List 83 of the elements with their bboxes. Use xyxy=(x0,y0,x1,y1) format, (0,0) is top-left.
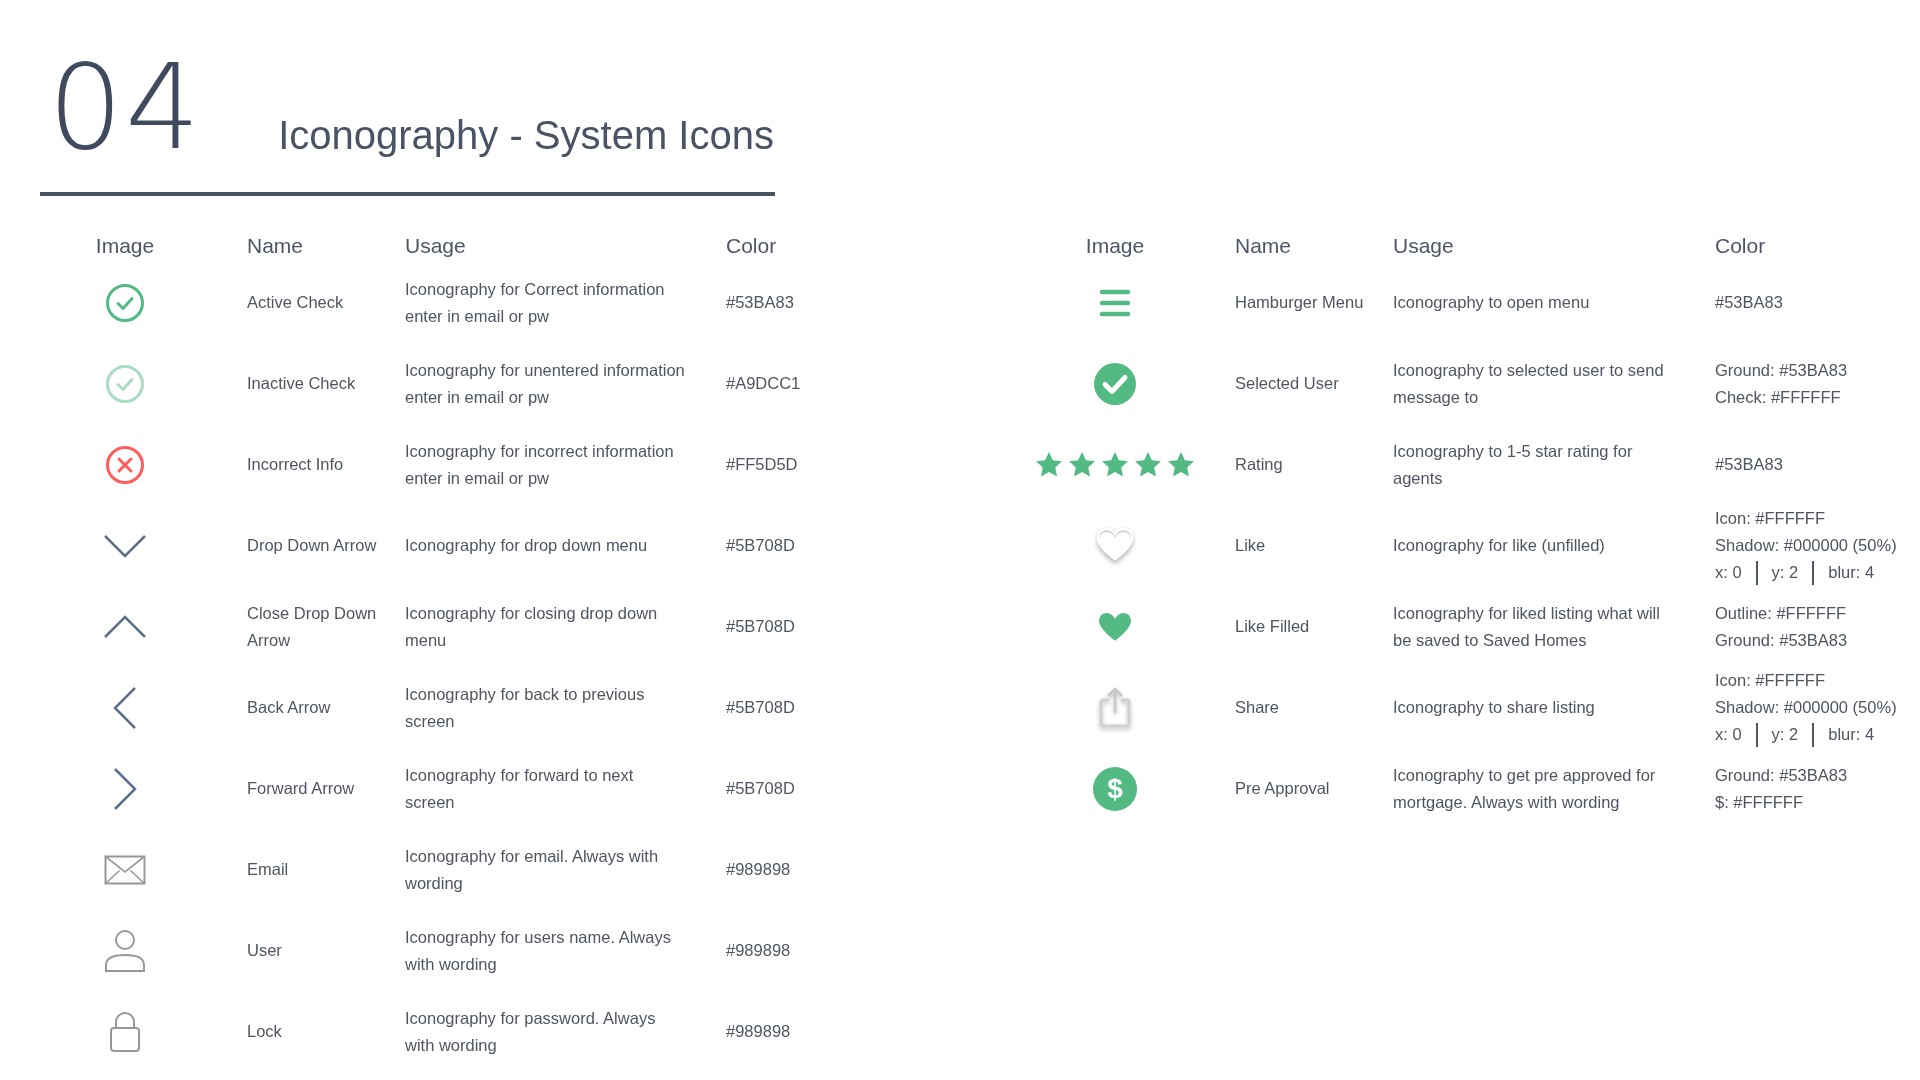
icon-name: Inactive Check xyxy=(247,373,357,394)
dollar-circle-icon: $ xyxy=(1092,765,1138,812)
color-value: Outline: #FFFFFF xyxy=(1715,602,1847,624)
icon-name: User xyxy=(247,940,283,961)
icon-name: Active Check xyxy=(247,292,345,313)
icon-name: Like xyxy=(1235,535,1267,556)
icon-name: Rating xyxy=(1235,454,1284,475)
usage-text: Iconography to open menu xyxy=(1393,292,1591,313)
color-value: #989898 xyxy=(726,940,791,961)
color-value: #989898 xyxy=(726,1021,791,1042)
icon-name: Close Drop Down Arrow xyxy=(247,602,378,651)
color-value: #5B708D xyxy=(726,616,795,637)
color-value: Check: #FFFFFF xyxy=(1715,386,1841,408)
user-icon xyxy=(104,928,146,973)
color-value: #A9DCC1 xyxy=(726,373,801,394)
usage-text: Iconography for incorrect information enter in email or pw xyxy=(405,440,675,489)
usage-text: Iconography for back to previous screen xyxy=(405,683,646,732)
color-value: Shadow: #000000 (50%) xyxy=(1715,535,1897,556)
column-header: Name xyxy=(1235,234,1293,259)
color-value: x: 0 xyxy=(1715,724,1742,745)
icon-name: Forward Arrow xyxy=(247,778,356,799)
color-value: Icon: #FFFFFF xyxy=(1715,508,1825,529)
section-number: 04 xyxy=(48,48,203,166)
icon-name: Pre Approval xyxy=(1235,778,1331,799)
icon-name: Share xyxy=(1235,697,1281,718)
color-value: #53BA83 xyxy=(1715,292,1783,313)
usage-text: Iconography for Correct information enter in email or pw xyxy=(405,278,666,327)
column-header: Color xyxy=(726,234,778,259)
icon-name: Incorrect Info xyxy=(247,454,345,475)
color-value: Shadow: #000000 (50%) xyxy=(1715,697,1897,718)
column-header: Usage xyxy=(405,234,467,259)
color-value: #53BA83 xyxy=(1715,454,1783,475)
icon-name: Back Arrow xyxy=(247,697,332,718)
usage-text: Iconography for forward to next screen xyxy=(405,764,635,813)
menu-icon xyxy=(1099,288,1131,317)
column-header: Image xyxy=(94,234,156,259)
usage-text: Iconography to get pre approved for mortgage. Always with wording xyxy=(1393,764,1657,813)
color-value: y: 2 xyxy=(1771,724,1799,745)
color-value: Ground: #53BA83 xyxy=(1715,764,1848,786)
color-value: blur: 4 xyxy=(1828,724,1875,745)
color-value: Ground: #53BA83 xyxy=(1715,629,1848,651)
color-value: $: #FFFFFF xyxy=(1715,791,1803,813)
color-value: blur: 4 xyxy=(1828,562,1875,583)
usage-text: Iconography to share listing xyxy=(1393,697,1596,718)
usage-text: Iconography for unentered information enter in email or pw xyxy=(405,359,686,408)
icon-name: Email xyxy=(247,859,290,880)
usage-text: Iconography for users name. Always with wording xyxy=(405,926,672,975)
page-title: Iconography - System Icons xyxy=(278,113,774,159)
check-circle-icon xyxy=(1093,361,1137,406)
column-header: Image xyxy=(1084,234,1146,259)
usage-text: Iconography for password. Always with wording xyxy=(405,1007,657,1056)
color-value: #5B708D xyxy=(726,778,795,799)
color-value: y: 2 xyxy=(1771,562,1799,583)
icon-name: Lock xyxy=(247,1021,283,1042)
color-value: x: 0 xyxy=(1715,562,1742,583)
color-value: #5B708D xyxy=(726,697,795,718)
usage-text: Iconography to selected user to send message to xyxy=(1393,359,1665,408)
check-circle-icon xyxy=(105,363,145,404)
usage-text: Iconography for like (unfilled) xyxy=(1393,535,1606,556)
icon-name: Selected User xyxy=(1235,373,1340,394)
usage-text: Iconography for liked listing what will be saved to Saved Homes xyxy=(1393,602,1661,651)
color-value: #53BA83 xyxy=(726,292,794,313)
icon-name: Hamburger Menu xyxy=(1235,292,1365,313)
chevron-down-icon xyxy=(103,533,147,558)
usage-text: Iconography for closing drop down menu xyxy=(405,602,659,651)
icon-name: Like Filled xyxy=(1235,616,1311,637)
column-header: Usage xyxy=(1393,234,1455,259)
usage-text: Iconography to 1-5 star rating for agents xyxy=(1393,440,1634,489)
color-value: Icon: #FFFFFF xyxy=(1715,670,1825,691)
chevron-up-icon xyxy=(103,614,147,639)
usage-text: Iconography for drop down menu xyxy=(405,535,649,556)
lock-icon xyxy=(109,1010,141,1053)
icon-name: Drop Down Arrow xyxy=(247,535,378,556)
color-value: #989898 xyxy=(726,859,791,880)
color-value: #FF5D5D xyxy=(726,454,798,475)
check-circle-icon xyxy=(105,282,145,323)
envelope-icon xyxy=(104,854,146,885)
color-value: #5B708D xyxy=(726,535,795,556)
column-header: Name xyxy=(247,234,305,259)
column-header: Color xyxy=(1715,234,1767,259)
usage-text: Iconography for email. Always with wording xyxy=(405,845,660,894)
color-value: Ground: #53BA83 xyxy=(1715,359,1848,381)
error-circle-icon xyxy=(105,444,145,485)
